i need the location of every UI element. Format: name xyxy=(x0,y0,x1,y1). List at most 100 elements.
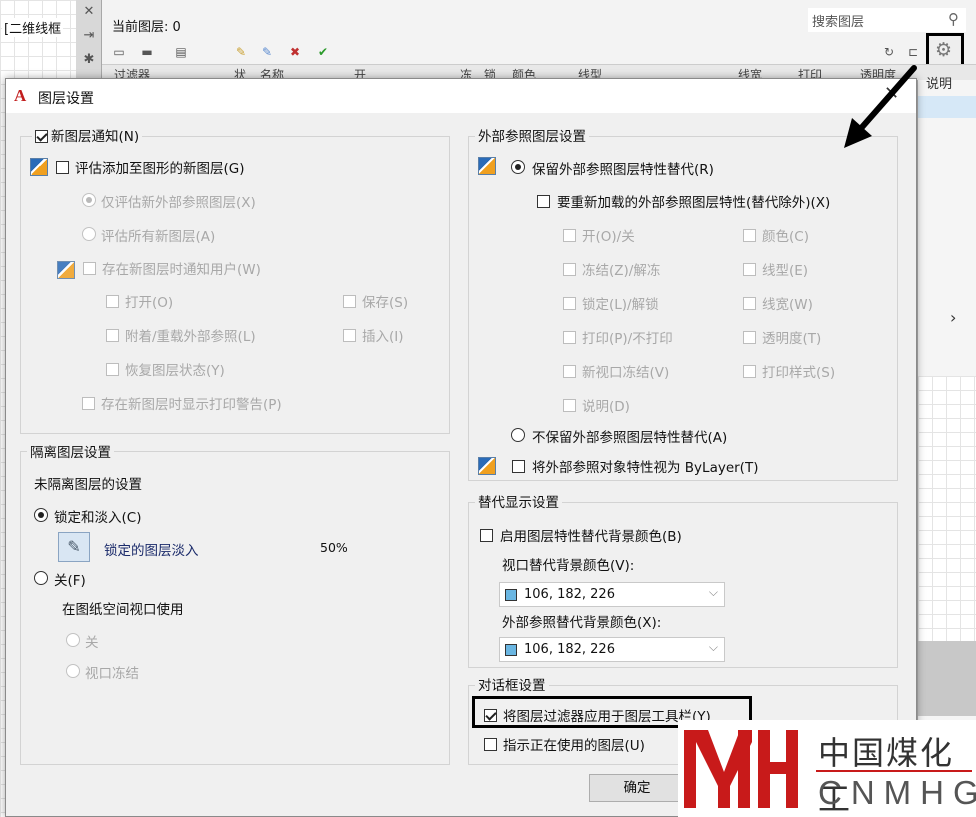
xref-prop-checkbox[interactable] xyxy=(563,263,576,276)
xref-layer-icon xyxy=(478,157,496,175)
ps-off-radio[interactable] xyxy=(66,633,80,647)
xref-prop-checkbox[interactable] xyxy=(743,365,756,378)
new-layer-notify-checkbox[interactable] xyxy=(35,130,48,143)
reload-props-label: 要重新加载的外部参照图层特性(替代除外)(X) xyxy=(557,195,831,211)
xref-prop-checkbox[interactable] xyxy=(563,399,576,412)
current-layer-label: 当前图层: 0 xyxy=(112,20,181,35)
lock-fade-label: 锁定和淡入(C) xyxy=(54,510,142,526)
layer-states-icon[interactable]: ▤ xyxy=(172,44,190,60)
close-icon[interactable]: ✕ xyxy=(80,4,98,20)
xref-prop-checkbox[interactable] xyxy=(563,365,576,378)
set-current-icon[interactable]: ✔ xyxy=(314,44,332,60)
new-vp-frozen-layer-icon[interactable]: ✎ xyxy=(258,44,276,60)
gray-panel xyxy=(918,641,976,716)
vp-bg-label: 视口替代背景颜色(V): xyxy=(502,558,635,574)
dialog-settings-title: 对话框设置 xyxy=(475,674,549,694)
autohide-icon[interactable]: ⇥ xyxy=(80,28,98,44)
ps-vp-freeze-label: 视口冻结 xyxy=(85,666,139,682)
plot-warning-checkbox[interactable] xyxy=(82,397,95,410)
search-layers-input[interactable]: 搜索图层 xyxy=(808,8,966,32)
xref-prop-checkbox[interactable] xyxy=(743,263,756,276)
locked-fade-label: 锁定的图层淡入 xyxy=(104,543,199,559)
annotation-arrow xyxy=(844,65,917,148)
delete-layer-icon[interactable]: ✖ xyxy=(286,44,304,60)
watermark-logo xyxy=(684,730,798,808)
all-new-radio[interactable] xyxy=(82,227,96,241)
xref-prop-checkbox[interactable] xyxy=(743,297,756,310)
refresh-icon[interactable]: ↻ xyxy=(880,44,898,60)
description-column-header[interactable]: 说明 xyxy=(926,73,952,92)
evaluate-new-checkbox[interactable] xyxy=(56,161,69,174)
enable-bg-checkbox[interactable] xyxy=(480,529,493,542)
all-new-label: 评估所有新图层(A) xyxy=(101,229,216,245)
chevron-right-icon[interactable]: › xyxy=(950,308,956,327)
xref-prop-label: 线型(E) xyxy=(762,263,809,279)
save-checkbox[interactable] xyxy=(343,295,356,308)
new-filter-icon[interactable]: ▭ xyxy=(110,44,128,60)
watermark: 中国煤化工 CNMHG xyxy=(678,720,976,817)
restore-state-label: 恢复图层状态(Y) xyxy=(125,363,225,379)
insert-checkbox[interactable] xyxy=(343,329,356,342)
restore-state-checkbox[interactable] xyxy=(106,363,119,376)
bylayer-label: 将外部参照对象特性视为 ByLayer(T) xyxy=(532,460,759,476)
new-layer-icon[interactable]: ✎ xyxy=(232,44,250,60)
selected-layer-row[interactable] xyxy=(918,96,976,118)
attach-reload-label: 附着/重载外部参照(L) xyxy=(125,329,256,345)
unisolated-label: 未隔离图层的设置 xyxy=(34,477,142,493)
dialog-titlebar[interactable]: A 图层设置 ✕ xyxy=(6,79,916,113)
xref-prop-label: 透明度(T) xyxy=(762,331,822,347)
bylayer-icon xyxy=(478,457,496,475)
notify-user-checkbox[interactable] xyxy=(83,262,96,275)
fade-value[interactable]: 50% xyxy=(320,540,348,555)
group-filter-icon[interactable]: ▬ xyxy=(138,44,156,60)
xref-prop-label: 冻结(Z)/解冻 xyxy=(582,263,661,279)
new-layer-notify-label: 新图层通知(N) xyxy=(51,129,140,145)
properties-icon[interactable]: ✱ xyxy=(80,52,98,68)
layer-notify-icon xyxy=(30,158,48,176)
xref-prop-checkbox[interactable] xyxy=(563,331,576,344)
retain-override-label: 保留外部参照图层特性替代(R) xyxy=(532,162,714,178)
apply-filter-checkbox[interactable] xyxy=(484,709,497,722)
xref-prop-label: 开(O)/关 xyxy=(582,229,635,245)
lock-fade-icon: ✎ xyxy=(58,532,90,562)
new-layer-notify-header[interactable]: 新图层通知(N) xyxy=(32,125,143,145)
xref-bg-color-select[interactable]: 106, 182, 226 ⌵ xyxy=(499,637,725,662)
xref-group-title: 外部参照图层设置 xyxy=(475,125,589,145)
search-icon[interactable]: ⚲ xyxy=(948,10,959,28)
color-swatch xyxy=(505,589,517,601)
open-checkbox[interactable] xyxy=(106,295,119,308)
settings-dim-icon[interactable]: ⊏ xyxy=(904,44,922,60)
lock-fade-radio[interactable] xyxy=(34,508,48,522)
drawing-canvas-right[interactable] xyxy=(918,376,976,641)
xref-prop-checkbox[interactable] xyxy=(563,297,576,310)
notify-user-icon xyxy=(57,261,75,279)
xref-prop-checkbox[interactable] xyxy=(743,229,756,242)
override-display-title: 替代显示设置 xyxy=(475,491,562,511)
no-retain-radio[interactable] xyxy=(511,428,525,442)
viewport-style-label[interactable]: [二维线框 xyxy=(2,18,64,37)
xref-prop-label: 说明(D) xyxy=(582,399,630,415)
no-retain-label: 不保留外部参照图层特性替代(A) xyxy=(532,430,728,446)
enable-bg-label: 启用图层特性替代背景颜色(B) xyxy=(500,529,682,545)
xref-prop-label: 打印样式(S) xyxy=(762,365,836,381)
evaluate-new-label: 评估添加至图形的新图层(G) xyxy=(75,161,245,177)
vp-bg-color-select[interactable]: 106, 182, 226 ⌵ xyxy=(499,582,725,607)
gear-icon: ⚙ xyxy=(935,39,953,61)
ps-vp-freeze-radio[interactable] xyxy=(66,664,80,678)
only-xref-radio[interactable] xyxy=(82,193,96,207)
save-label: 保存(S) xyxy=(362,295,409,311)
reload-props-checkbox[interactable] xyxy=(537,195,550,208)
xref-prop-label: 锁定(L)/解锁 xyxy=(582,297,659,313)
bylayer-checkbox[interactable] xyxy=(512,460,525,473)
indicate-in-use-checkbox[interactable] xyxy=(484,738,497,751)
retain-override-radio[interactable] xyxy=(511,160,525,174)
notify-user-label: 存在新图层时通知用户(W) xyxy=(102,262,261,278)
isolate-off-radio[interactable] xyxy=(34,571,48,585)
chevron-down-icon: ⌵ xyxy=(708,640,718,654)
xref-prop-checkbox[interactable] xyxy=(743,331,756,344)
plot-warning-label: 存在新图层时显示打印警告(P) xyxy=(101,397,282,413)
xref-prop-checkbox[interactable] xyxy=(563,229,576,242)
attach-reload-checkbox[interactable] xyxy=(106,329,119,342)
ok-button[interactable]: 确定 xyxy=(589,774,685,802)
isolate-group-title: 隔离图层设置 xyxy=(27,441,114,461)
